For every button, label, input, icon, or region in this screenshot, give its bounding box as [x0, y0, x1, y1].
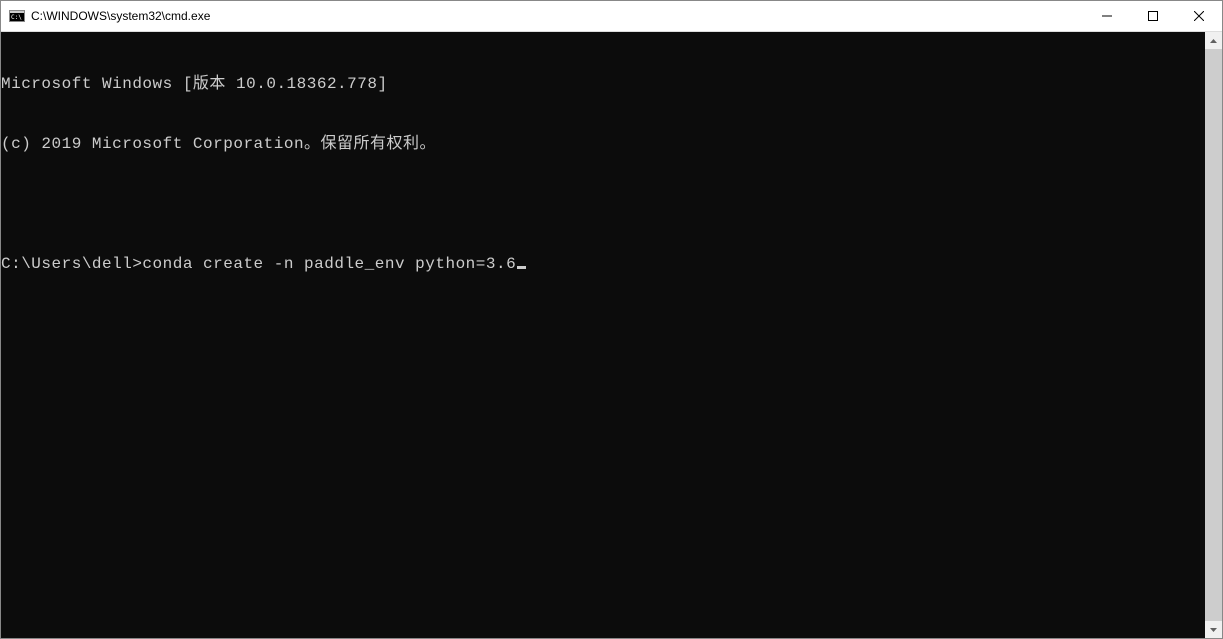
maximize-button[interactable]	[1130, 1, 1176, 31]
scrollbar-thumb[interactable]	[1205, 49, 1222, 621]
cursor	[517, 266, 526, 269]
titlebar[interactable]: C:\ C:\WINDOWS\system32\cmd.exe	[1, 1, 1222, 32]
close-button[interactable]	[1176, 1, 1222, 31]
scrollbar-track[interactable]	[1205, 49, 1222, 621]
scroll-down-button[interactable]	[1205, 621, 1222, 638]
cmd-window: C:\ C:\WINDOWS\system32\cmd.exe	[0, 0, 1223, 639]
terminal-line: (c) 2019 Microsoft Corporation。保留所有权利。	[1, 134, 1205, 154]
scroll-up-button[interactable]	[1205, 32, 1222, 49]
cmd-icon: C:\	[9, 8, 25, 24]
window-title: C:\WINDOWS\system32\cmd.exe	[31, 9, 1084, 23]
terminal-line	[1, 194, 1205, 214]
terminal-wrapper: Microsoft Windows [版本 10.0.18362.778] (c…	[1, 32, 1222, 638]
vertical-scrollbar[interactable]	[1205, 32, 1222, 638]
terminal-line: Microsoft Windows [版本 10.0.18362.778]	[1, 74, 1205, 94]
terminal-command-line: C:\Users\dell>conda create -n paddle_env…	[1, 254, 1205, 274]
titlebar-buttons	[1084, 1, 1222, 31]
terminal-output[interactable]: Microsoft Windows [版本 10.0.18362.778] (c…	[1, 32, 1205, 638]
terminal-text: C:\Users\dell>conda create -n paddle_env…	[1, 255, 516, 273]
minimize-button[interactable]	[1084, 1, 1130, 31]
svg-text:C:\: C:\	[11, 14, 22, 21]
